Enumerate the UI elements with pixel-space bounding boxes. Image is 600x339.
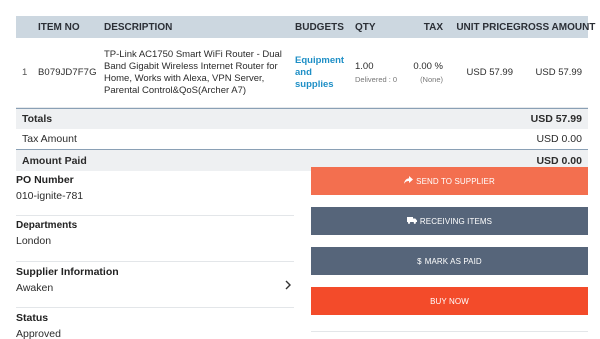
receiving-items-button[interactable]: RECEIVING ITEMS: [311, 207, 588, 235]
col-header-description: DESCRIPTION: [104, 21, 173, 33]
mark-as-paid-label: MARK AS PAID: [424, 256, 482, 266]
status-value: Approved: [16, 328, 61, 339]
row-tax: 0.00 %: [413, 61, 443, 72]
row-unit-price: USD 57.99: [466, 67, 513, 78]
row-qty-cell: 1.00 Delivered : 0: [353, 61, 405, 84]
col-header-qty: QTY: [355, 21, 376, 33]
tax-amount-value: USD 0.00: [536, 133, 582, 145]
mark-as-paid-button[interactable]: $ MARK AS PAID: [311, 247, 588, 275]
col-header-unit-price: UNIT PRICE: [456, 21, 513, 33]
po-number-value: 010-ignite-781: [16, 190, 84, 202]
table-header-row: ITEM NO DESCRIPTION BUDGETS QTY TAX UNIT…: [16, 16, 596, 38]
send-to-supplier-label: SEND TO SUPPLIER: [416, 176, 495, 186]
supplier-information-section[interactable]: Supplier Information Awaken: [16, 262, 294, 308]
supplier-information-value: Awaken: [16, 282, 54, 294]
supplier-information-label: Supplier Information: [16, 266, 119, 278]
table-row: 1 B079JD7F7G TP-Link AC1750 Smart WiFi R…: [16, 38, 588, 108]
row-item-no: B079JD7F7G: [38, 67, 97, 78]
col-header-budgets: BUDGETS: [295, 21, 344, 33]
truck-icon: [406, 216, 417, 226]
divider: [311, 331, 588, 332]
receiving-items-label: RECEIVING ITEMS: [419, 216, 493, 226]
po-details-list: PO Number 010-ignite-781 Departments Lon…: [16, 170, 294, 339]
status-label: Status: [16, 312, 49, 324]
po-number-section: PO Number 010-ignite-781: [16, 170, 294, 216]
departments-value: London: [16, 235, 52, 247]
departments-section: Departments London: [16, 216, 294, 262]
po-number-label: PO Number: [16, 174, 74, 186]
amount-paid-label: Amount Paid: [22, 154, 87, 167]
row-budget-link[interactable]: Equipment and supplies: [293, 55, 353, 91]
po-line-items-table: ITEM NO DESCRIPTION BUDGETS QTY TAX UNIT…: [16, 16, 596, 171]
row-tax-type: (None): [420, 75, 443, 84]
totals-row: Totals USD 57.99: [16, 108, 588, 129]
row-number: 1: [22, 67, 28, 78]
row-gross-amount: USD 57.99: [535, 67, 582, 78]
row-tax-cell: 0.00 % (None): [405, 61, 445, 84]
share-arrow-icon: [404, 176, 414, 186]
row-qty: 1.00: [355, 61, 374, 72]
buy-now-label: BUY NOW: [430, 296, 469, 306]
po-actions: SEND TO SUPPLIER RECEIVING ITEMS $ MARK …: [311, 167, 588, 327]
col-header-gross-amount: GROSS AMOUNT: [513, 21, 596, 33]
buy-now-button[interactable]: BUY NOW: [311, 287, 588, 315]
tax-amount-row: Tax Amount USD 0.00: [16, 129, 588, 150]
chevron-right-icon[interactable]: [284, 278, 292, 293]
status-section: Status Approved: [16, 308, 294, 339]
tax-amount-label: Tax Amount: [22, 133, 77, 145]
totals-value: USD 57.99: [530, 113, 582, 125]
totals-label: Totals: [22, 113, 53, 125]
row-qty-delivered: Delivered : 0: [355, 75, 398, 84]
row-description: TP-Link AC1750 Smart WiFi Router - Dual …: [104, 48, 282, 96]
send-to-supplier-button[interactable]: SEND TO SUPPLIER: [311, 167, 588, 195]
amount-paid-value: USD 0.00: [536, 154, 582, 167]
col-header-item-no: ITEM NO: [38, 21, 80, 33]
departments-label: Departments: [16, 220, 78, 231]
dollar-icon: $: [417, 256, 422, 266]
col-header-tax: TAX: [423, 21, 443, 33]
